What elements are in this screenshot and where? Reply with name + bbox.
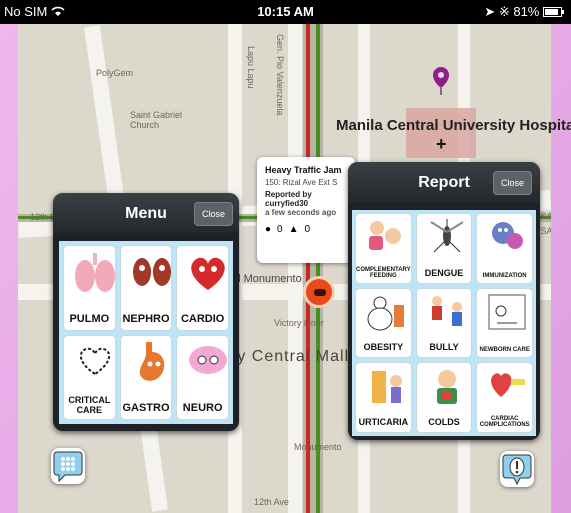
battery-icon xyxy=(543,4,565,19)
heart-outline-icon xyxy=(79,347,111,375)
report-header: Report Close xyxy=(348,162,540,202)
obesity-icon xyxy=(367,296,404,331)
menu-header: Menu Close xyxy=(53,193,239,233)
menu-item-nephro[interactable]: NEPHRO xyxy=(119,245,173,331)
callout-reporter: Reported by curryfied30 xyxy=(265,190,312,208)
car-marker-icon[interactable] xyxy=(303,276,335,308)
thumbs-up-icon[interactable]: ▲ xyxy=(289,224,299,235)
brain-icon xyxy=(189,345,228,374)
report-item-label: COMPLEMENTARY FEEDING xyxy=(356,266,411,279)
report-item-complementary-feeding[interactable]: COMPLEMENTARY FEEDING xyxy=(355,213,412,284)
report-item-label: CARDIAC COMPLICATIONS xyxy=(479,415,530,428)
kidney-icon xyxy=(132,258,171,286)
urticaria-icon xyxy=(372,371,402,404)
hospital-plus-icon: + xyxy=(436,134,447,154)
street-label: Saint Gabriel Church xyxy=(130,110,183,130)
report-item-label: DENGUE xyxy=(424,267,464,278)
hospital-label: Manila Central University Hospital xyxy=(336,117,571,134)
comment-count: 0 xyxy=(277,224,283,235)
street-label: Gen. Pio Valenzuela xyxy=(275,34,285,116)
status-bar: No SIM 10:15 AM ➤ ※ 81% xyxy=(0,0,571,24)
report-item-urticaria[interactable]: URTICARIA xyxy=(355,362,412,433)
menu-item-label: NEPHRO xyxy=(122,312,170,325)
report-item-newborn-care[interactable]: NEWBORN CARE xyxy=(476,287,533,359)
traffic-line xyxy=(306,24,310,513)
colds-icon xyxy=(436,370,457,405)
location-arrow-icon: ➤ xyxy=(484,4,496,19)
menu-item-neuro[interactable]: NEURO xyxy=(176,334,229,420)
report-item-immunization[interactable]: IMMUNIZATION xyxy=(476,213,533,284)
menu-item-pulmo[interactable]: PULMO xyxy=(63,245,116,331)
callout-address: 150: Rizal Ave Ext S xyxy=(265,178,338,187)
battery-percent: 81% xyxy=(513,4,540,19)
report-item-bully[interactable]: BULLY xyxy=(415,287,473,359)
menu-item-critical-care[interactable]: CRITICAL CARE xyxy=(63,334,116,420)
newborn-icon xyxy=(488,294,526,330)
menu-item-label: CRITICAL CARE xyxy=(68,395,111,415)
heart-icon xyxy=(191,257,226,290)
report-fab-button[interactable] xyxy=(500,451,534,487)
road-vertical xyxy=(288,24,302,513)
report-item-label: COLDS xyxy=(428,416,460,427)
report-item-label: OBESITY xyxy=(363,342,404,353)
report-item-label: NEWBORN CARE xyxy=(479,347,530,354)
street-label: Monumento xyxy=(294,442,342,452)
report-item-dengue[interactable]: DENGUE xyxy=(415,213,473,284)
report-item-colds[interactable]: COLDS xyxy=(415,362,473,433)
report-item-label: BULLY xyxy=(429,342,459,353)
like-count: 0 xyxy=(304,224,311,235)
bully-icon xyxy=(431,295,462,326)
feeding-icon xyxy=(369,221,401,250)
street-label: Lapu Lapu xyxy=(246,46,256,89)
menu-item-cardio[interactable]: CARDIO xyxy=(176,245,229,331)
mosquito-icon xyxy=(430,219,464,253)
bluetooth-icon: ※ xyxy=(498,4,510,19)
callout-time: a few seconds ago xyxy=(265,208,337,217)
street-label: 12th Ave xyxy=(254,497,289,507)
menu-item-gastro[interactable]: GASTRO xyxy=(119,334,173,420)
stomach-icon xyxy=(139,341,164,381)
menu-item-label: NEURO xyxy=(182,402,223,414)
report-item-cardiac-complications[interactable]: CARDIAC COMPLICATIONS xyxy=(476,362,533,433)
street-label: PolyGem xyxy=(96,68,134,78)
mall-label: ry Central Mall xyxy=(231,348,350,365)
report-grid: COMPLEMENTARY FEEDING DENGUE IMMUNIZATIO… xyxy=(352,210,536,436)
menu-item-label: PULMO xyxy=(69,312,110,325)
map-pin-icon[interactable] xyxy=(431,66,451,96)
traffic-report-callout[interactable]: Heavy Traffic Jam 150: Rizal Ave Ext S R… xyxy=(257,157,355,263)
cardiac-icon xyxy=(491,373,526,398)
report-fab-icon xyxy=(502,454,532,486)
monumento-label: ld Monumento xyxy=(232,273,302,285)
report-item-obesity[interactable]: OBESITY xyxy=(355,287,412,359)
menu-fab-icon xyxy=(53,451,83,483)
report-close-button[interactable]: Close xyxy=(492,171,532,195)
street-label: Victory Liner xyxy=(274,318,324,328)
menu-panel: Menu Close PULMO NEPHRO CARDIO CRITICAL xyxy=(53,193,239,431)
menu-item-label: GASTRO xyxy=(122,402,170,414)
report-item-label: URTICARIA xyxy=(358,416,409,427)
menu-item-label: CARDIO xyxy=(180,312,225,325)
menu-grid: PULMO NEPHRO CARDIO CRITICAL CARE GASTRO xyxy=(59,241,233,424)
menu-fab-button[interactable] xyxy=(51,448,85,484)
report-item-label: IMMUNIZATION xyxy=(482,272,527,279)
traffic-line xyxy=(316,24,320,513)
comment-icon[interactable]: ● xyxy=(265,224,271,235)
callout-title: Heavy Traffic Jam xyxy=(265,165,342,175)
virus-icon xyxy=(492,222,524,249)
menu-close-button[interactable]: Close xyxy=(193,202,233,226)
lungs-icon xyxy=(75,253,115,292)
report-panel: Report Close COMPLEMENTARY FEEDING DENGU… xyxy=(348,162,540,440)
